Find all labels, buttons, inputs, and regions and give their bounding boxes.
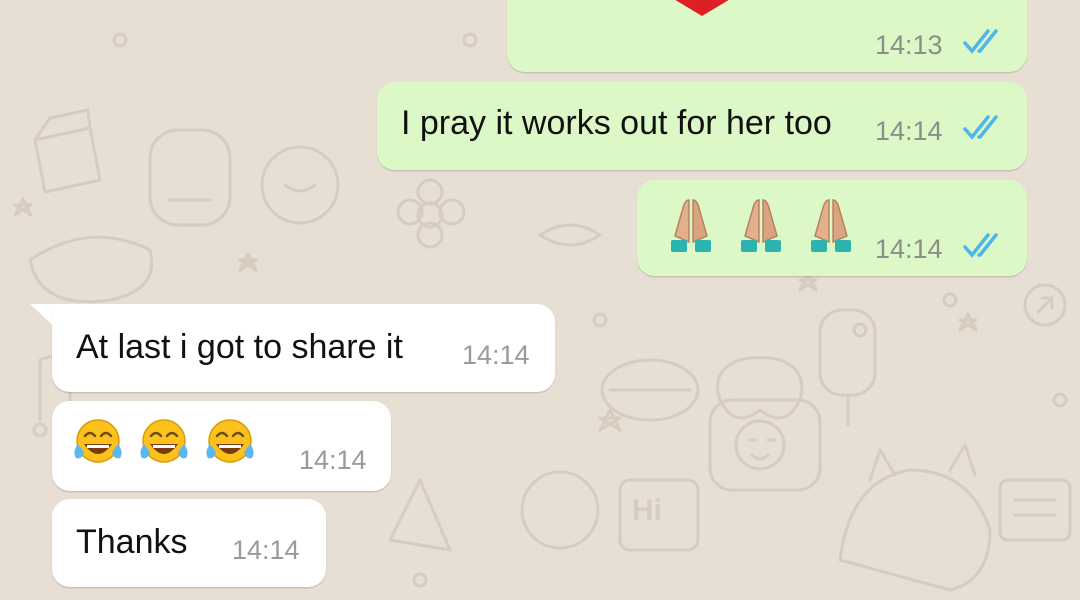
doodle-backpack-icon — [148, 128, 232, 227]
message-time: 14:13 — [875, 30, 943, 60]
message-time: 14:14 — [299, 445, 367, 475]
doodle-bread-icon — [28, 235, 154, 304]
message-text: I pray it works out for her too — [401, 104, 832, 142]
doodle-astronaut-icon — [260, 145, 340, 225]
praying-hands-icon — [811, 199, 851, 252]
read-receipt-icon — [963, 233, 998, 258]
doodle-heart-eyes-icon — [520, 470, 600, 550]
message-bubble-incoming-3[interactable]: Thanks 14:14 — [52, 499, 326, 587]
doodle-cat-icon — [838, 443, 992, 592]
tears-of-joy-icon — [74, 419, 122, 463]
heart-icon — [675, 0, 729, 16]
doodle-apple-icon — [716, 356, 804, 420]
praying-hands-icon — [741, 199, 781, 252]
read-receipt-icon — [963, 115, 998, 140]
praying-hands-icon — [671, 199, 711, 252]
message-text: Thanks — [76, 523, 188, 561]
tears-of-joy-icon — [140, 419, 188, 463]
doodle-milk-carton-icon — [33, 108, 102, 194]
read-receipt-icon — [963, 29, 998, 54]
doodle-turtle-icon — [600, 358, 700, 422]
message-bubble-incoming-1[interactable]: At last i got to share it 14:14 — [52, 304, 555, 392]
message-bubble-outgoing-1[interactable]: 14:13 — [507, 0, 1027, 72]
hi-sign-doodle-text: Hi — [632, 494, 662, 527]
message-time: 14:14 — [462, 340, 530, 370]
doodle-fish-icon — [538, 223, 602, 247]
message-time: 14:14 — [875, 116, 943, 146]
doodle-flower-icon — [396, 178, 466, 249]
message-bubble-incoming-2[interactable]: 14:14 — [52, 401, 391, 491]
message-text: At last i got to share it — [76, 328, 403, 366]
tears-of-joy-icon — [206, 419, 254, 463]
doodle-arrow-circle-icon — [1023, 283, 1067, 327]
message-time: 14:14 — [875, 234, 943, 264]
doodle-card-icon — [998, 478, 1072, 542]
message-bubble-outgoing-2[interactable]: I pray it works out for her too 14:14 — [377, 82, 1027, 170]
doodle-hand-icon — [388, 478, 452, 552]
message-bubble-outgoing-3[interactable]: 14:14 — [637, 180, 1027, 276]
message-time: 14:14 — [232, 535, 300, 565]
